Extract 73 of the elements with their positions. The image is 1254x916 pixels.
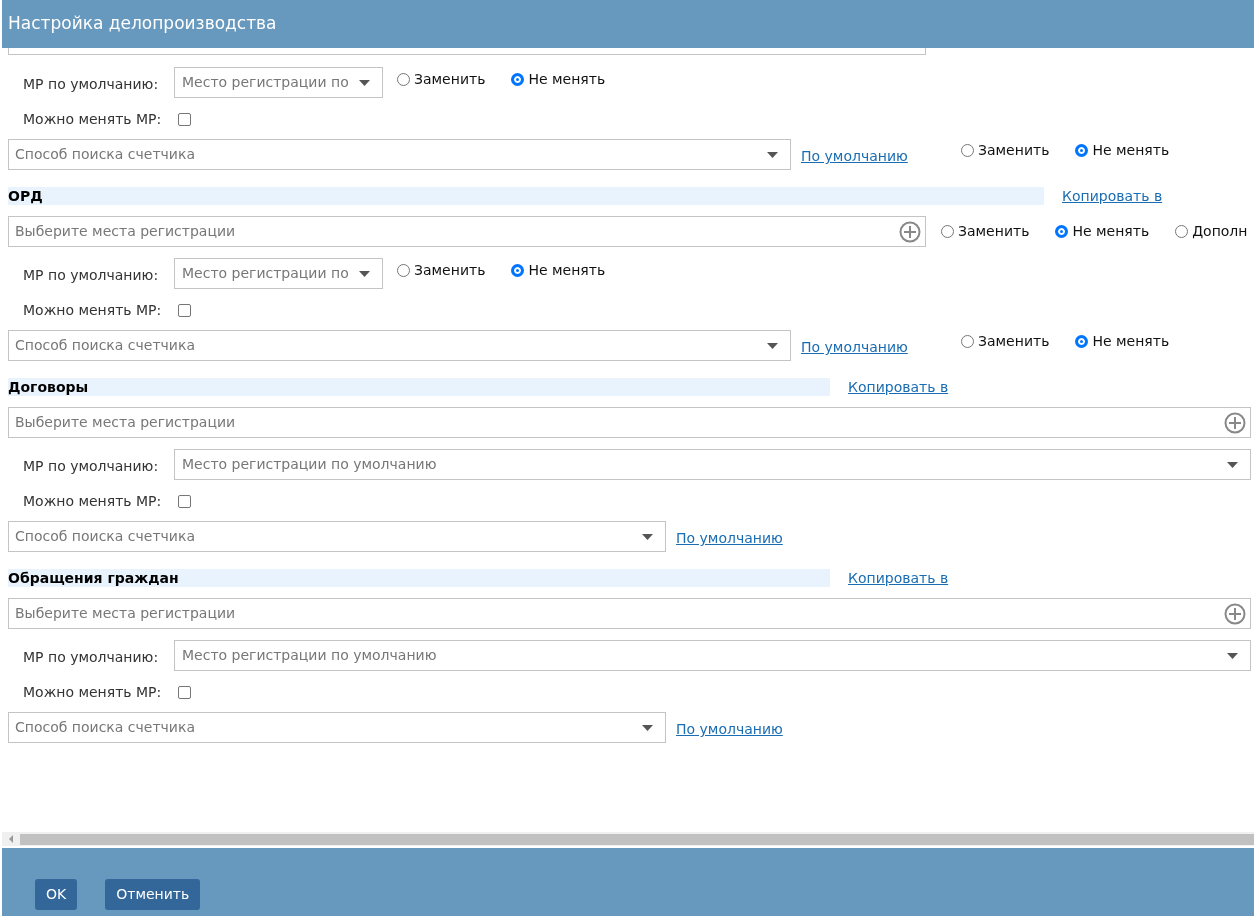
radio-option[interactable]: Заменить bbox=[397, 260, 486, 281]
add-circle-icon[interactable] bbox=[1224, 411, 1246, 434]
default-place-select[interactable]: Место регистрации по умолчанию bbox=[174, 640, 1251, 671]
field-label: Можно менять МР: bbox=[23, 109, 163, 129]
section-title: ОРД bbox=[8, 187, 1044, 205]
dialog-button[interactable]: Отменить bbox=[105, 879, 201, 910]
radio-button[interactable] bbox=[961, 335, 974, 348]
radio-option[interactable]: Не менять bbox=[511, 69, 606, 90]
radio-button[interactable] bbox=[1075, 335, 1089, 348]
dropdown-caret-icon bbox=[642, 533, 653, 540]
radio-button[interactable] bbox=[397, 73, 410, 86]
registration-places-field[interactable] bbox=[8, 48, 926, 55]
counter-search-select[interactable]: Способ поиска счетчика bbox=[8, 712, 666, 743]
checkbox[interactable] bbox=[178, 112, 191, 126]
registration-places-field[interactable]: Выберите места регистрации bbox=[8, 598, 1251, 629]
radio-button[interactable] bbox=[511, 264, 525, 277]
dropdown-caret-icon bbox=[1227, 652, 1238, 659]
copy-to-link[interactable]: Копировать в bbox=[848, 376, 949, 398]
radio-button[interactable] bbox=[397, 264, 410, 277]
radio-option[interactable]: Заменить bbox=[961, 140, 1050, 161]
horizontal-scrollbar[interactable] bbox=[2, 832, 1254, 846]
radio-option[interactable]: Заменить bbox=[397, 69, 486, 90]
radio-option[interactable]: Не менять bbox=[511, 260, 606, 281]
copy-to-link[interactable]: Копировать в bbox=[1062, 185, 1163, 207]
default-place-select[interactable]: Место регистрации по bbox=[174, 67, 383, 98]
radio-option[interactable]: Дополн bbox=[1175, 221, 1248, 242]
window-title: Настройка делопроизводства bbox=[8, 12, 277, 36]
counter-search-select[interactable]: Способ поиска счетчика bbox=[8, 521, 666, 552]
radio-option[interactable]: Заменить bbox=[961, 331, 1050, 352]
radio-button[interactable] bbox=[1075, 144, 1089, 157]
dialog-button[interactable]: OK bbox=[35, 879, 78, 910]
field-label: МР по умолчанию: bbox=[23, 266, 160, 285]
radio-button[interactable] bbox=[511, 73, 525, 86]
checkbox[interactable] bbox=[178, 685, 191, 699]
dropdown-caret-icon bbox=[359, 270, 370, 277]
radio-option[interactable]: Не менять bbox=[1075, 331, 1170, 352]
dropdown-caret-icon bbox=[642, 724, 653, 731]
counter-search-select[interactable]: Способ поиска счетчика bbox=[8, 330, 791, 361]
add-circle-icon[interactable] bbox=[899, 220, 921, 243]
add-circle-icon[interactable] bbox=[1224, 602, 1246, 625]
scrollbar-thumb[interactable] bbox=[20, 833, 1254, 845]
radio-option[interactable]: Заменить bbox=[941, 221, 1030, 242]
dropdown-caret-icon bbox=[1227, 461, 1238, 468]
checkbox[interactable] bbox=[178, 494, 191, 508]
radio-option[interactable]: Не менять bbox=[1055, 221, 1150, 242]
registration-places-field[interactable]: Выберите места регистрации bbox=[8, 216, 926, 247]
field-label: Можно менять МР: bbox=[23, 300, 163, 320]
radio-option[interactable]: Не менять bbox=[1075, 140, 1170, 161]
radio-button[interactable] bbox=[941, 225, 954, 238]
field-label: МР по умолчанию: bbox=[23, 75, 160, 94]
field-label: МР по умолчанию: bbox=[23, 648, 160, 667]
counter-search-select[interactable]: Способ поиска счетчика bbox=[8, 139, 791, 170]
scroll-left-icon[interactable] bbox=[8, 835, 14, 843]
checkbox[interactable] bbox=[178, 303, 191, 317]
field-label: МР по умолчанию: bbox=[23, 457, 160, 476]
default-link[interactable]: По умолчанию bbox=[676, 721, 783, 737]
dropdown-caret-icon bbox=[767, 342, 778, 349]
copy-to-link[interactable]: Копировать в bbox=[848, 567, 949, 589]
section-title: Договоры bbox=[8, 378, 830, 396]
field-label: Можно менять МР: bbox=[23, 491, 163, 511]
registration-places-field[interactable]: Выберите места регистрации bbox=[8, 407, 1251, 438]
dropdown-caret-icon bbox=[359, 79, 370, 86]
radio-button[interactable] bbox=[961, 144, 974, 157]
dropdown-caret-icon bbox=[767, 151, 778, 158]
radio-button[interactable] bbox=[1175, 225, 1189, 238]
default-place-select[interactable]: Место регистрации по умолчанию bbox=[174, 449, 1251, 480]
default-link[interactable]: По умолчанию bbox=[801, 148, 908, 164]
radio-button[interactable] bbox=[1055, 225, 1069, 238]
default-place-select[interactable]: Место регистрации по bbox=[174, 258, 383, 289]
section-title: Обращения граждан bbox=[8, 569, 830, 587]
default-link[interactable]: По умолчанию bbox=[676, 530, 783, 546]
default-link[interactable]: По умолчанию bbox=[801, 339, 908, 355]
field-label: Можно менять МР: bbox=[23, 682, 163, 702]
